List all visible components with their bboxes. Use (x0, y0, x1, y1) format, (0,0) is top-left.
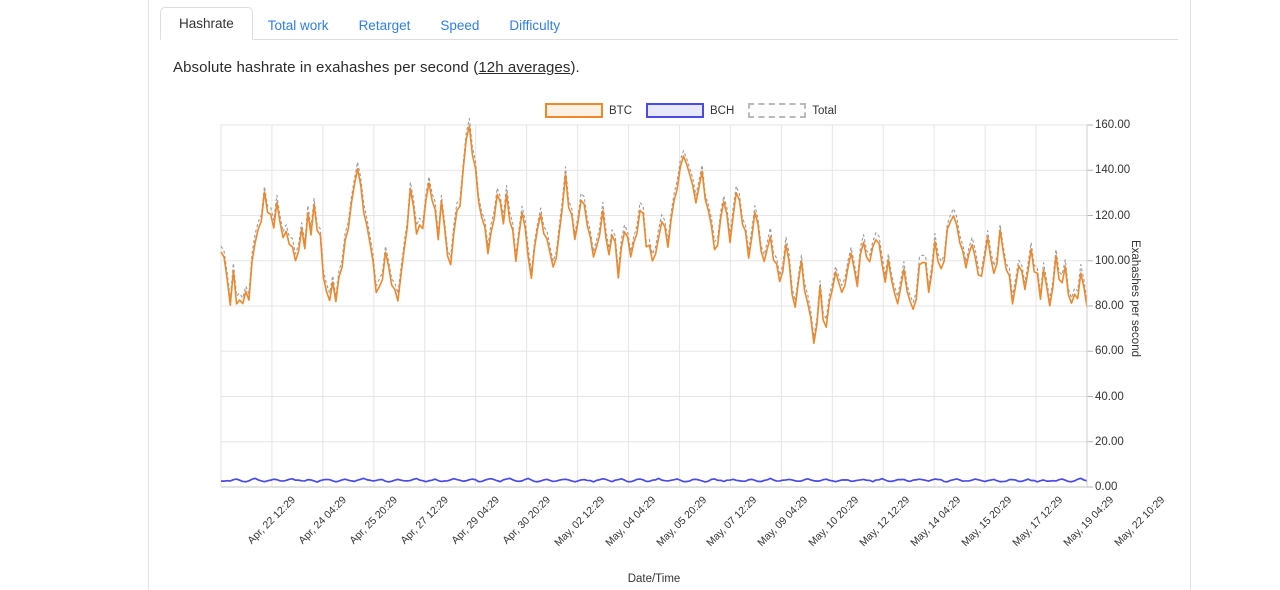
chart-container: 0.00 20.00 40.00 60.00 80.00 100.00 120.00 140.… (0, 0, 1280, 590)
y-tick-label: 140.00 (1095, 164, 1131, 177)
y-tick-label: 0.00 (1095, 481, 1118, 493)
y-tick-label: 40.00 (1095, 390, 1124, 403)
y-tick-label: 100.00 (1095, 254, 1131, 267)
y-tick-label: 20.00 (1095, 435, 1124, 448)
x-axis-title-text: Date/Time (627, 573, 681, 585)
y-tick-label: 80.00 (1095, 300, 1124, 312)
y-tick-label: 160.00 (1095, 119, 1131, 131)
page-root: Hashrate Total work Retarget Speed Difficult… (0, 0, 1280, 590)
y-tick-label: 60.00 (1095, 345, 1124, 358)
y-axis-title: Exahashes per second (1129, 240, 1141, 357)
hashrate-chart[interactable] (0, 0, 1280, 590)
y-tick-label: 120.00 (1095, 209, 1131, 222)
x-axis-title: Date/Time (0, 573, 1087, 585)
